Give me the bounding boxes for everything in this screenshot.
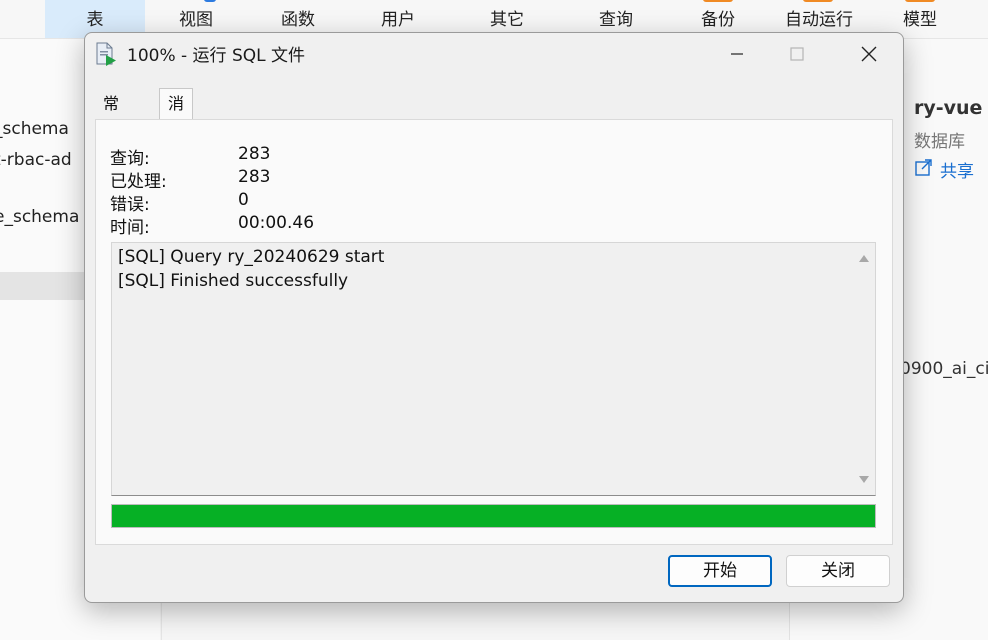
queries-value: 283 <box>238 144 271 164</box>
collation-text: 0900_ai_ci <box>900 359 988 379</box>
log-line: [SQL] Finished successfully <box>118 271 349 291</box>
close-icon <box>861 46 877 62</box>
processed-label: 已处理: <box>110 172 167 192</box>
maximize-icon <box>790 47 804 61</box>
backup-badge-icon <box>703 0 733 2</box>
dialog-titlebar[interactable]: 100% - 运行 SQL 文件 <box>85 33 903 75</box>
scroll-down-icon[interactable] <box>858 475 870 485</box>
tab-message-log[interactable]: 消息日志 <box>159 88 194 203</box>
share-label: 共享 <box>940 162 974 182</box>
minimize-button[interactable] <box>705 33 769 75</box>
database-title: ry-vue <box>914 97 983 119</box>
time-value: 00:00.46 <box>238 213 315 233</box>
start-button[interactable]: 开始 <box>668 555 772 587</box>
run-sql-file-dialog: 100% - 运行 SQL 文件 常规 消息日志 查询: 283 已处理: 28… <box>84 32 904 603</box>
automation-badge-icon <box>803 0 833 2</box>
processed-value: 283 <box>238 167 271 187</box>
log-scrollbar[interactable] <box>853 243 875 495</box>
queries-label: 查询: <box>110 149 150 169</box>
close-window-button[interactable] <box>837 33 901 75</box>
maximize-button <box>765 33 829 75</box>
database-type-label: 数据库 <box>914 132 965 152</box>
time-label: 时间: <box>110 218 150 238</box>
minimize-icon <box>731 53 743 55</box>
message-log-panel: 查询: 283 已处理: 283 错误: 0 时间: 00:00.46 [SQL… <box>95 119 893 545</box>
tab-general[interactable]: 常规 <box>95 92 127 137</box>
share-link[interactable]: 共享 <box>914 157 974 182</box>
sidebar-item-rbac[interactable]: t-rbac-ad <box>0 150 72 170</box>
sql-file-run-icon <box>96 42 116 66</box>
model-badge-icon <box>905 0 935 2</box>
progress-bar <box>111 504 876 528</box>
errors-value: 0 <box>238 190 249 210</box>
dialog-title: 100% - 运行 SQL 文件 <box>127 46 305 66</box>
share-icon <box>914 157 934 182</box>
view-icon-fragment <box>204 0 216 2</box>
log-line: [SQL] Query ry_20240629 start <box>118 247 385 267</box>
close-button[interactable]: 关闭 <box>786 555 890 587</box>
log-output[interactable]: [SQL] Query ry_20240629 start [SQL] Fini… <box>111 242 876 496</box>
sidebar-item-schema[interactable]: _schema <box>0 119 69 139</box>
errors-label: 错误: <box>110 195 150 215</box>
progress-bar-fill <box>112 505 875 527</box>
sidebar-item-e-schema[interactable]: e_schema <box>0 207 79 227</box>
scroll-up-icon[interactable] <box>858 253 870 263</box>
